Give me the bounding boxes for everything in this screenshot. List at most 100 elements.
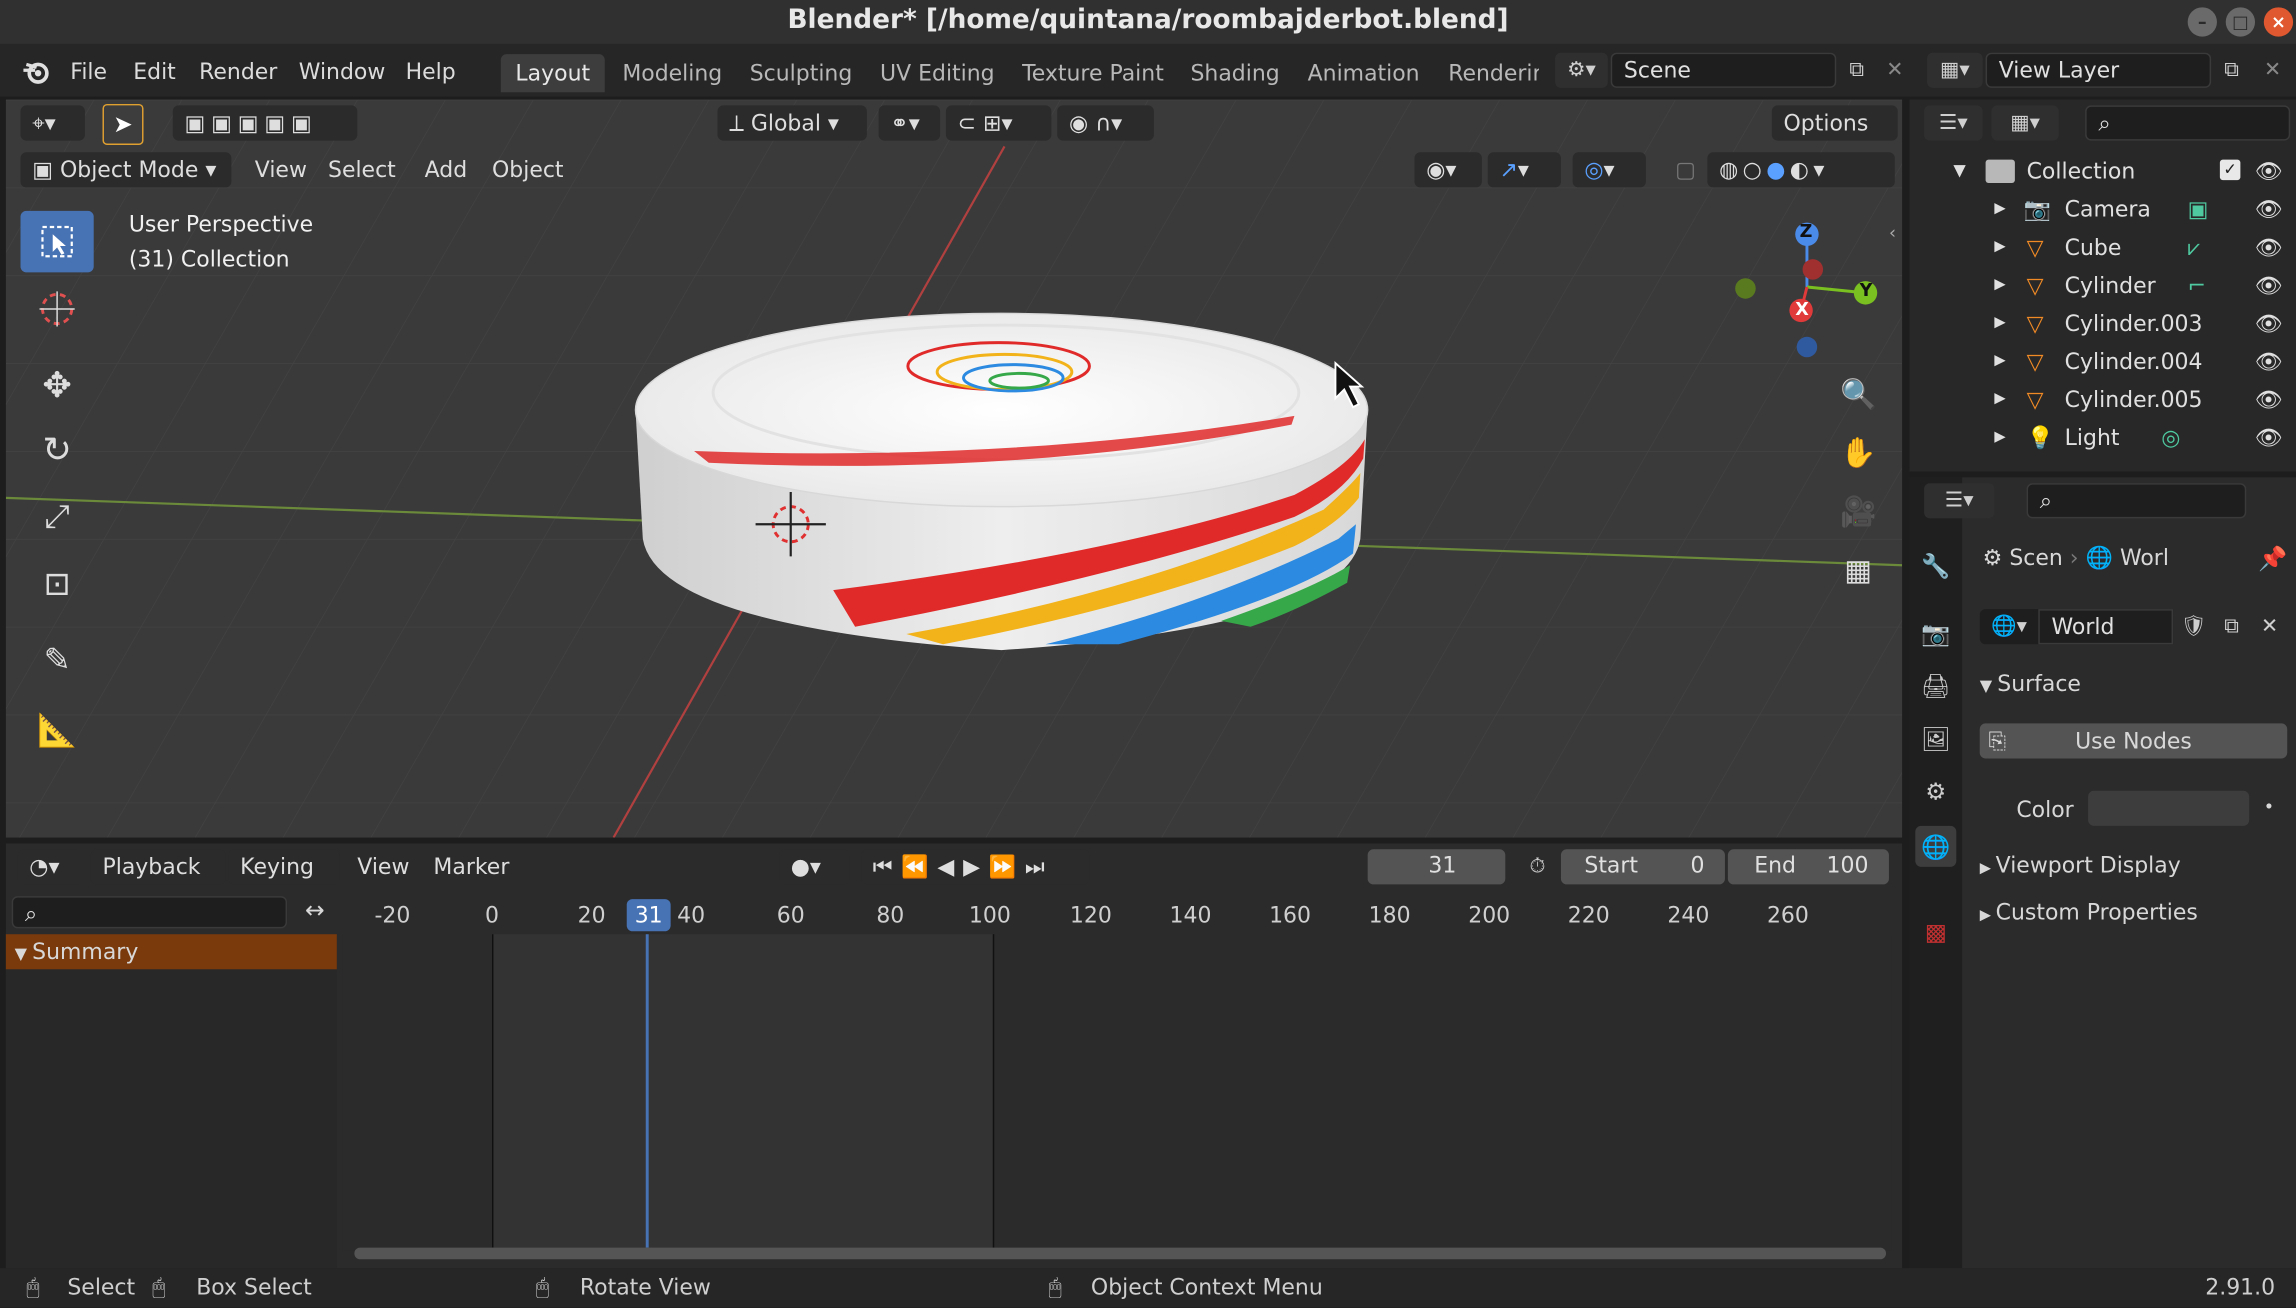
end-frame-field[interactable]: End 100 [1727, 849, 1889, 885]
scene-name-field[interactable]: Scene [1610, 52, 1837, 88]
menu-edit[interactable]: Edit [133, 59, 176, 85]
render-tab-icon[interactable]: 📷 [1915, 612, 1956, 653]
outliner-row-light[interactable]: ▶ 💡 Light ◎ 👁 [1909, 419, 2296, 457]
world-name-field[interactable]: World [2038, 609, 2174, 645]
outliner-row-cylinder-005[interactable]: ▶ ▽ Cylinder.005 👁 [1909, 381, 2296, 419]
eye-icon[interactable]: 👁 [2255, 228, 2283, 266]
tab-sculpting[interactable]: Sculpting [735, 54, 867, 92]
horizontal-scrollbar[interactable] [354, 1247, 1887, 1260]
select-tool-icon[interactable]: ➤ [102, 103, 144, 145]
color-swatch[interactable] [2088, 790, 2250, 826]
use-nodes-button[interactable]: ⎘ Use Nodes [1979, 723, 2288, 759]
playback-controls[interactable]: ⏮⏪◀▶⏩⏭ [861, 849, 1090, 885]
expand-arrow-icon[interactable]: ▶ [1994, 381, 2005, 419]
summary-channel[interactable]: ▼ Summary [5, 934, 337, 970]
unlink-world-icon[interactable]: ✕ [2252, 609, 2287, 644]
keying-dropdown[interactable]: Keying ▾ [228, 849, 340, 915]
menu-render[interactable]: Render [199, 59, 277, 85]
new-scene-icon[interactable]: ⧉ [1839, 53, 1874, 88]
tab-texture-paint[interactable]: Texture Paint [1007, 54, 1178, 92]
auto-key-record-icon[interactable]: ●▾ [779, 849, 850, 885]
start-frame-field[interactable]: Start 0 [1560, 849, 1725, 885]
tab-animation[interactable]: Animation [1293, 54, 1434, 92]
tab-layout[interactable]: Layout [500, 54, 605, 93]
view-layer-field[interactable]: View Layer [1985, 52, 2212, 88]
outliner-row-cylinder-003[interactable]: ▶ ▽ Cylinder.003 👁 [1909, 305, 2296, 343]
zoom-icon[interactable]: 🔍 [1836, 372, 1880, 416]
swap-icon[interactable]: ↔ [296, 896, 334, 928]
shading-mode-icons[interactable]: ◍○●◐▾ [1707, 152, 1895, 188]
camera-view-icon[interactable]: 🎥 [1836, 489, 1880, 533]
timeline-editor-icon[interactable]: ◔▾ [17, 849, 83, 885]
tab-shading[interactable]: Shading [1176, 54, 1295, 92]
properties-editor-icon[interactable]: ☰▾ [1924, 483, 1995, 519]
outliner-row-camera[interactable]: ▶ 📷 Camera ▣ 👁 [1909, 190, 2296, 228]
timeline-search-input[interactable]: ⌕ [11, 896, 288, 929]
playhead-line[interactable] [645, 934, 649, 1248]
view-layer-browse-icon[interactable]: ▦▾ [1927, 52, 1983, 88]
pivot-point-icon[interactable]: ⚭▾ [878, 105, 941, 141]
cursor-tool-icon[interactable] [21, 278, 94, 340]
sidebar-toggle-icon[interactable]: ‹ [1889, 223, 1896, 244]
close-button[interactable]: × [2263, 7, 2294, 37]
blender-logo-icon[interactable] [21, 56, 53, 88]
eye-icon[interactable]: 👁 [2255, 152, 2283, 190]
eye-icon[interactable]: 👁 [2255, 267, 2283, 305]
exclude-checkbox[interactable]: ✓ [2219, 159, 2241, 181]
tab-uv-editing[interactable]: UV Editing [865, 54, 1009, 92]
editor-type-icon[interactable]: ⌖▾ [20, 105, 85, 141]
viewport-menu-object[interactable]: Object [480, 152, 575, 187]
playhead-frame-badge[interactable]: 31 [626, 899, 671, 932]
surface-section[interactable]: ▼ Surface [1980, 671, 2081, 697]
eye-icon[interactable]: 👁 [2255, 419, 2283, 457]
viewport-menu-select[interactable]: Select [316, 152, 407, 187]
expand-arrow-icon[interactable]: ▶ [1994, 305, 2005, 343]
rotate-tool-icon[interactable]: ↻ [21, 419, 94, 481]
options-dropdown[interactable]: Options ▾ [1771, 105, 1898, 171]
tab-rendering[interactable]: Renderir [1434, 54, 1539, 92]
outliner-row-cylinder[interactable]: ▶ ▽ Cylinder ⌐ 👁 [1909, 267, 2296, 305]
delete-scene-icon[interactable]: ✕ [1877, 53, 1912, 88]
expand-arrow-icon[interactable]: ▶ [1994, 267, 2005, 305]
move-tool-icon[interactable]: ✥ [21, 354, 94, 416]
keyframe-dot-icon[interactable]: • [2264, 797, 2274, 818]
viewport-menu-view[interactable]: View [243, 152, 319, 187]
3d-viewport[interactable]: ⌖▾ ➤ ▣▣▣▣▣ ⟂ Global ▾ ⚭▾ ⊂ ⊞▾ ◉ ∩▾ Optio… [5, 99, 1903, 838]
scene-browse-icon[interactable]: ⚙▾ [1555, 52, 1608, 88]
new-world-icon[interactable]: ⧉ [2214, 609, 2249, 644]
fake-user-shield-icon[interactable]: 🛡 [2176, 609, 2211, 644]
preview-range-stopwatch-icon[interactable]: ⏱ [1520, 849, 1555, 884]
custom-properties-section[interactable]: ▶ Custom Properties [1980, 899, 2198, 925]
outliner-row-cube[interactable]: ▶ ▽ Cube ⩗ 👁 [1909, 228, 2296, 266]
eye-icon[interactable]: 👁 [2255, 343, 2283, 381]
viewport-menu-add[interactable]: Add [413, 152, 479, 187]
menu-help[interactable]: Help [406, 59, 456, 85]
scene-tab-icon[interactable]: ⚙ [1915, 770, 1956, 811]
viewport-display-section[interactable]: ▶ Viewport Display [1980, 852, 2181, 878]
visibility-icon[interactable]: ◉▾ [1414, 152, 1482, 188]
measure-tool-icon[interactable]: 📐 [21, 700, 94, 762]
transform-orientation[interactable]: ⟂ Global ▾ [717, 105, 867, 141]
eye-icon[interactable]: 👁 [2255, 190, 2283, 228]
menu-window[interactable]: Window [299, 59, 386, 85]
scale-tool-icon[interactable]: ⤢ [21, 486, 94, 548]
timeline-menu-view[interactable]: View [346, 849, 422, 884]
eye-icon[interactable]: 👁 [2255, 305, 2283, 343]
outliner-row-cylinder-004[interactable]: ▶ ▽ Cylinder.004 👁 [1909, 343, 2296, 381]
transform-tool-icon[interactable]: ⊡ [21, 554, 94, 616]
snap-icon[interactable]: ⊂ ⊞▾ [945, 105, 1052, 141]
selection-mode-icons[interactable]: ▣▣▣▣▣ [172, 105, 358, 141]
outliner-editor-icon[interactable]: ☰▾ [1924, 105, 1983, 141]
pin-icon[interactable]: 📌 [2258, 545, 2287, 573]
select-box-tool-icon[interactable] [20, 210, 94, 273]
view-layer-tab-icon[interactable]: 🖼 [1915, 718, 1956, 759]
pan-hand-icon[interactable]: ✋ [1836, 431, 1880, 475]
navigation-gizmo[interactable]: Z Y X [1734, 214, 1880, 360]
expand-arrow-icon[interactable]: ▶ [1994, 190, 2005, 228]
expand-arrow-icon[interactable]: ▶ [1994, 228, 2005, 266]
tab-modeling[interactable]: Modeling [608, 54, 737, 92]
xray-icon[interactable]: ▢ [1663, 152, 1701, 187]
timeline-menu-marker[interactable]: Marker [422, 849, 521, 884]
proportional-edit-icon[interactable]: ◉ ∩▾ [1057, 105, 1154, 141]
playback-dropdown[interactable]: Playback ▾ [90, 849, 226, 915]
